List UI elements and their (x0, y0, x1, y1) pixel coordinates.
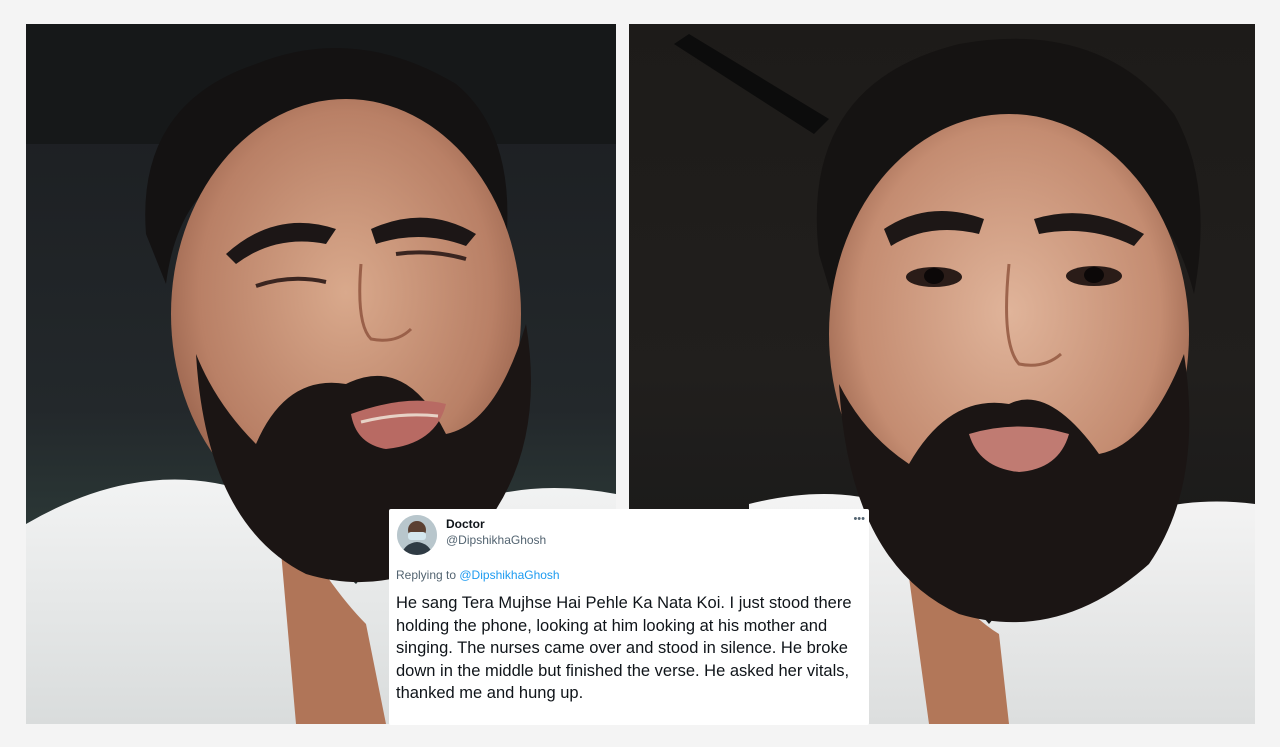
collage: Doctor @DipshikhaGhosh ••• Replying to @… (0, 0, 1280, 747)
ellipsis-icon[interactable]: ••• (853, 513, 865, 525)
replying-to-line: Replying to @DipshikhaGhosh (396, 568, 560, 582)
user-handle[interactable]: @DipshikhaGhosh (446, 533, 546, 547)
avatar-image (397, 515, 437, 555)
replying-to-label: Replying to (396, 568, 460, 582)
tweet-text: He sang Tera Mujhse Hai Pehle Ka Nata Ko… (396, 594, 852, 702)
avatar[interactable] (397, 515, 437, 555)
tweet-card: Doctor @DipshikhaGhosh ••• Replying to @… (389, 509, 869, 725)
display-name[interactable]: Doctor (446, 517, 485, 531)
mention-link[interactable]: @DipshikhaGhosh (459, 568, 559, 582)
